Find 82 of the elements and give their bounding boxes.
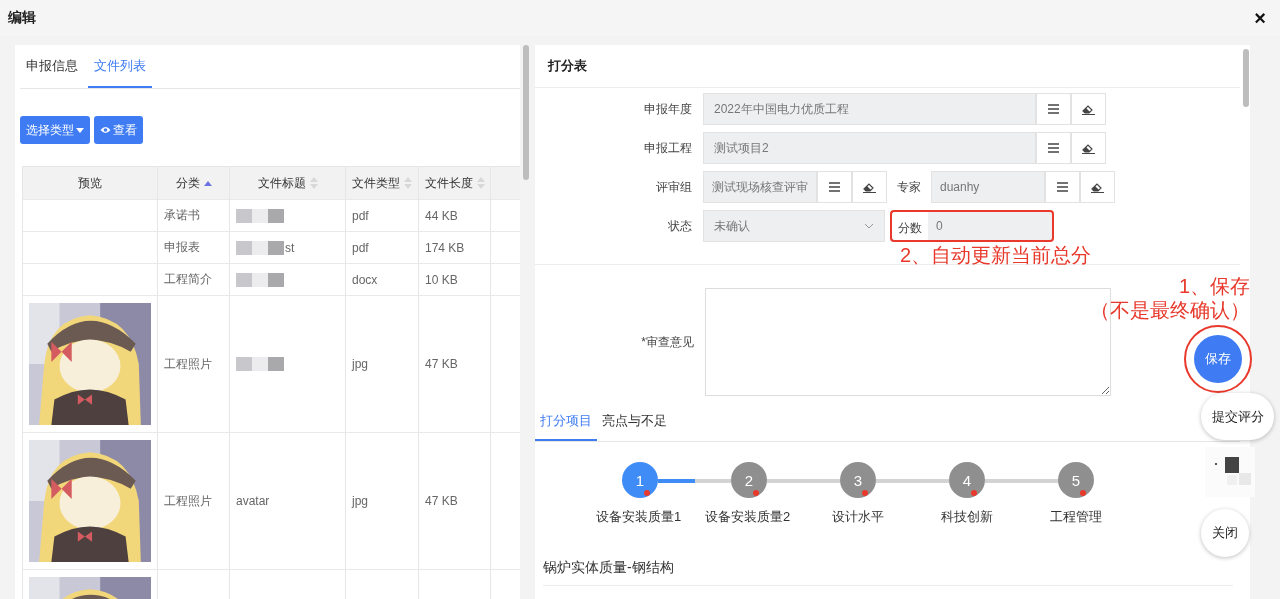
step-label: 设备安装质量1 — [596, 508, 682, 526]
file-type-cell: pdf — [352, 240, 369, 255]
scrollbar[interactable] — [523, 45, 529, 180]
file-title-cell: st — [285, 240, 295, 255]
eye-icon — [100, 126, 111, 134]
sort-icon — [309, 176, 318, 190]
status-select[interactable]: 未确认 — [703, 210, 885, 242]
file-type-cell: jpg — [352, 357, 368, 371]
list-button[interactable] — [1036, 93, 1071, 125]
menu-icon — [1057, 182, 1068, 192]
section-title: 锅炉实体质量-钢结构 — [543, 559, 674, 575]
file-title-cell: avatar — [236, 494, 270, 508]
category-cell: 工程简介 — [164, 271, 212, 288]
tab[interactable]: 申报信息 — [20, 45, 84, 88]
chevron-down-icon — [864, 223, 874, 229]
column-header[interactable]: 文件标题 — [230, 167, 346, 199]
view-button[interactable]: 查看 — [94, 116, 143, 144]
close-button[interactable]: × — [1248, 8, 1272, 28]
menu-icon — [1048, 143, 1059, 153]
step-circle[interactable]: 1 — [622, 462, 658, 498]
type-dropdown-button[interactable]: 选择类型 — [20, 116, 90, 144]
dialog-title: 编辑 — [8, 9, 36, 27]
field-label: 专家 — [896, 178, 922, 196]
category-cell: 工程照片 — [164, 355, 212, 373]
category-cell: 申报表 — [164, 239, 200, 256]
column-header[interactable]: 文件类型 — [346, 167, 419, 199]
menu-icon — [1048, 104, 1059, 114]
step-circle[interactable]: 5 — [1058, 462, 1094, 498]
column-header[interactable]: 分类 — [158, 167, 230, 199]
field-label: 申报工程 — [643, 139, 693, 157]
panel-title: 打分表 — [548, 57, 587, 75]
file-size-cell: 174 KB — [425, 240, 465, 255]
menu-icon — [829, 182, 840, 192]
list-button[interactable] — [1036, 132, 1071, 164]
sort-icon — [476, 176, 485, 190]
file-size-cell: 10 KB — [425, 272, 458, 287]
step-label: 科技创新 — [941, 508, 993, 526]
submit-button[interactable]: 提交评分 — [1201, 393, 1274, 440]
field-label: *审查意见 — [640, 333, 695, 351]
step-circle[interactable]: 4 — [949, 462, 985, 498]
file-type-cell: docx — [352, 272, 378, 287]
step-circle[interactable]: 2 — [731, 462, 767, 498]
text-field[interactable]: 测试项目2 — [703, 132, 1036, 164]
file-type-cell: jpg — [352, 494, 368, 508]
file-size-cell: 44 KB — [425, 208, 458, 223]
annotation-text: 1、保存 （不是最终确认） — [1089, 274, 1250, 322]
step-circle[interactable]: 3 — [840, 462, 876, 498]
scrollbar[interactable] — [1243, 49, 1249, 107]
step-label: 工程管理 — [1050, 508, 1102, 526]
review-comment-field[interactable] — [705, 288, 1111, 396]
file-type-cell: pdf — [352, 208, 369, 223]
file-size-cell: 47 KB — [425, 357, 458, 371]
tab[interactable]: 打分项目 — [535, 402, 597, 441]
eraser-icon — [863, 181, 876, 193]
column-header[interactable]: 文件长度 — [419, 167, 491, 199]
clear-button[interactable] — [852, 171, 887, 203]
eraser-icon — [1082, 142, 1095, 154]
eraser-icon — [1091, 181, 1104, 193]
caret-icon — [76, 127, 84, 133]
file-size-cell: 47 KB — [425, 494, 458, 508]
category-cell: 承诺书 — [164, 207, 200, 224]
eraser-icon — [1082, 103, 1095, 115]
field-label: 状态 — [667, 217, 693, 235]
list-button[interactable] — [817, 171, 852, 203]
column-header[interactable]: 预览 — [23, 167, 158, 199]
category-cell: 工程照片 — [164, 492, 212, 510]
tab[interactable]: 亮点与不足 — [597, 402, 672, 441]
sort-icon — [404, 176, 412, 190]
text-field[interactable]: duanhy — [931, 171, 1045, 203]
list-button[interactable] — [1045, 171, 1080, 203]
field-label: 申报年度 — [643, 100, 693, 118]
step-label: 设备安装质量2 — [705, 508, 791, 526]
sort-ascending-icon — [203, 180, 212, 186]
text-field[interactable]: 2022年中国电力优质工程 — [703, 93, 1036, 125]
annotation-text: 2、自动更新当前总分 — [900, 243, 1092, 268]
field-label: 评审组 — [655, 178, 693, 196]
clear-button[interactable] — [1071, 93, 1106, 125]
clear-button[interactable] — [1080, 171, 1115, 203]
clear-button[interactable] — [1071, 132, 1106, 164]
tab[interactable]: 文件列表 — [88, 45, 152, 88]
text-field[interactable]: 测试现场核查评审 — [703, 171, 817, 203]
step-label: 设计水平 — [832, 508, 884, 526]
